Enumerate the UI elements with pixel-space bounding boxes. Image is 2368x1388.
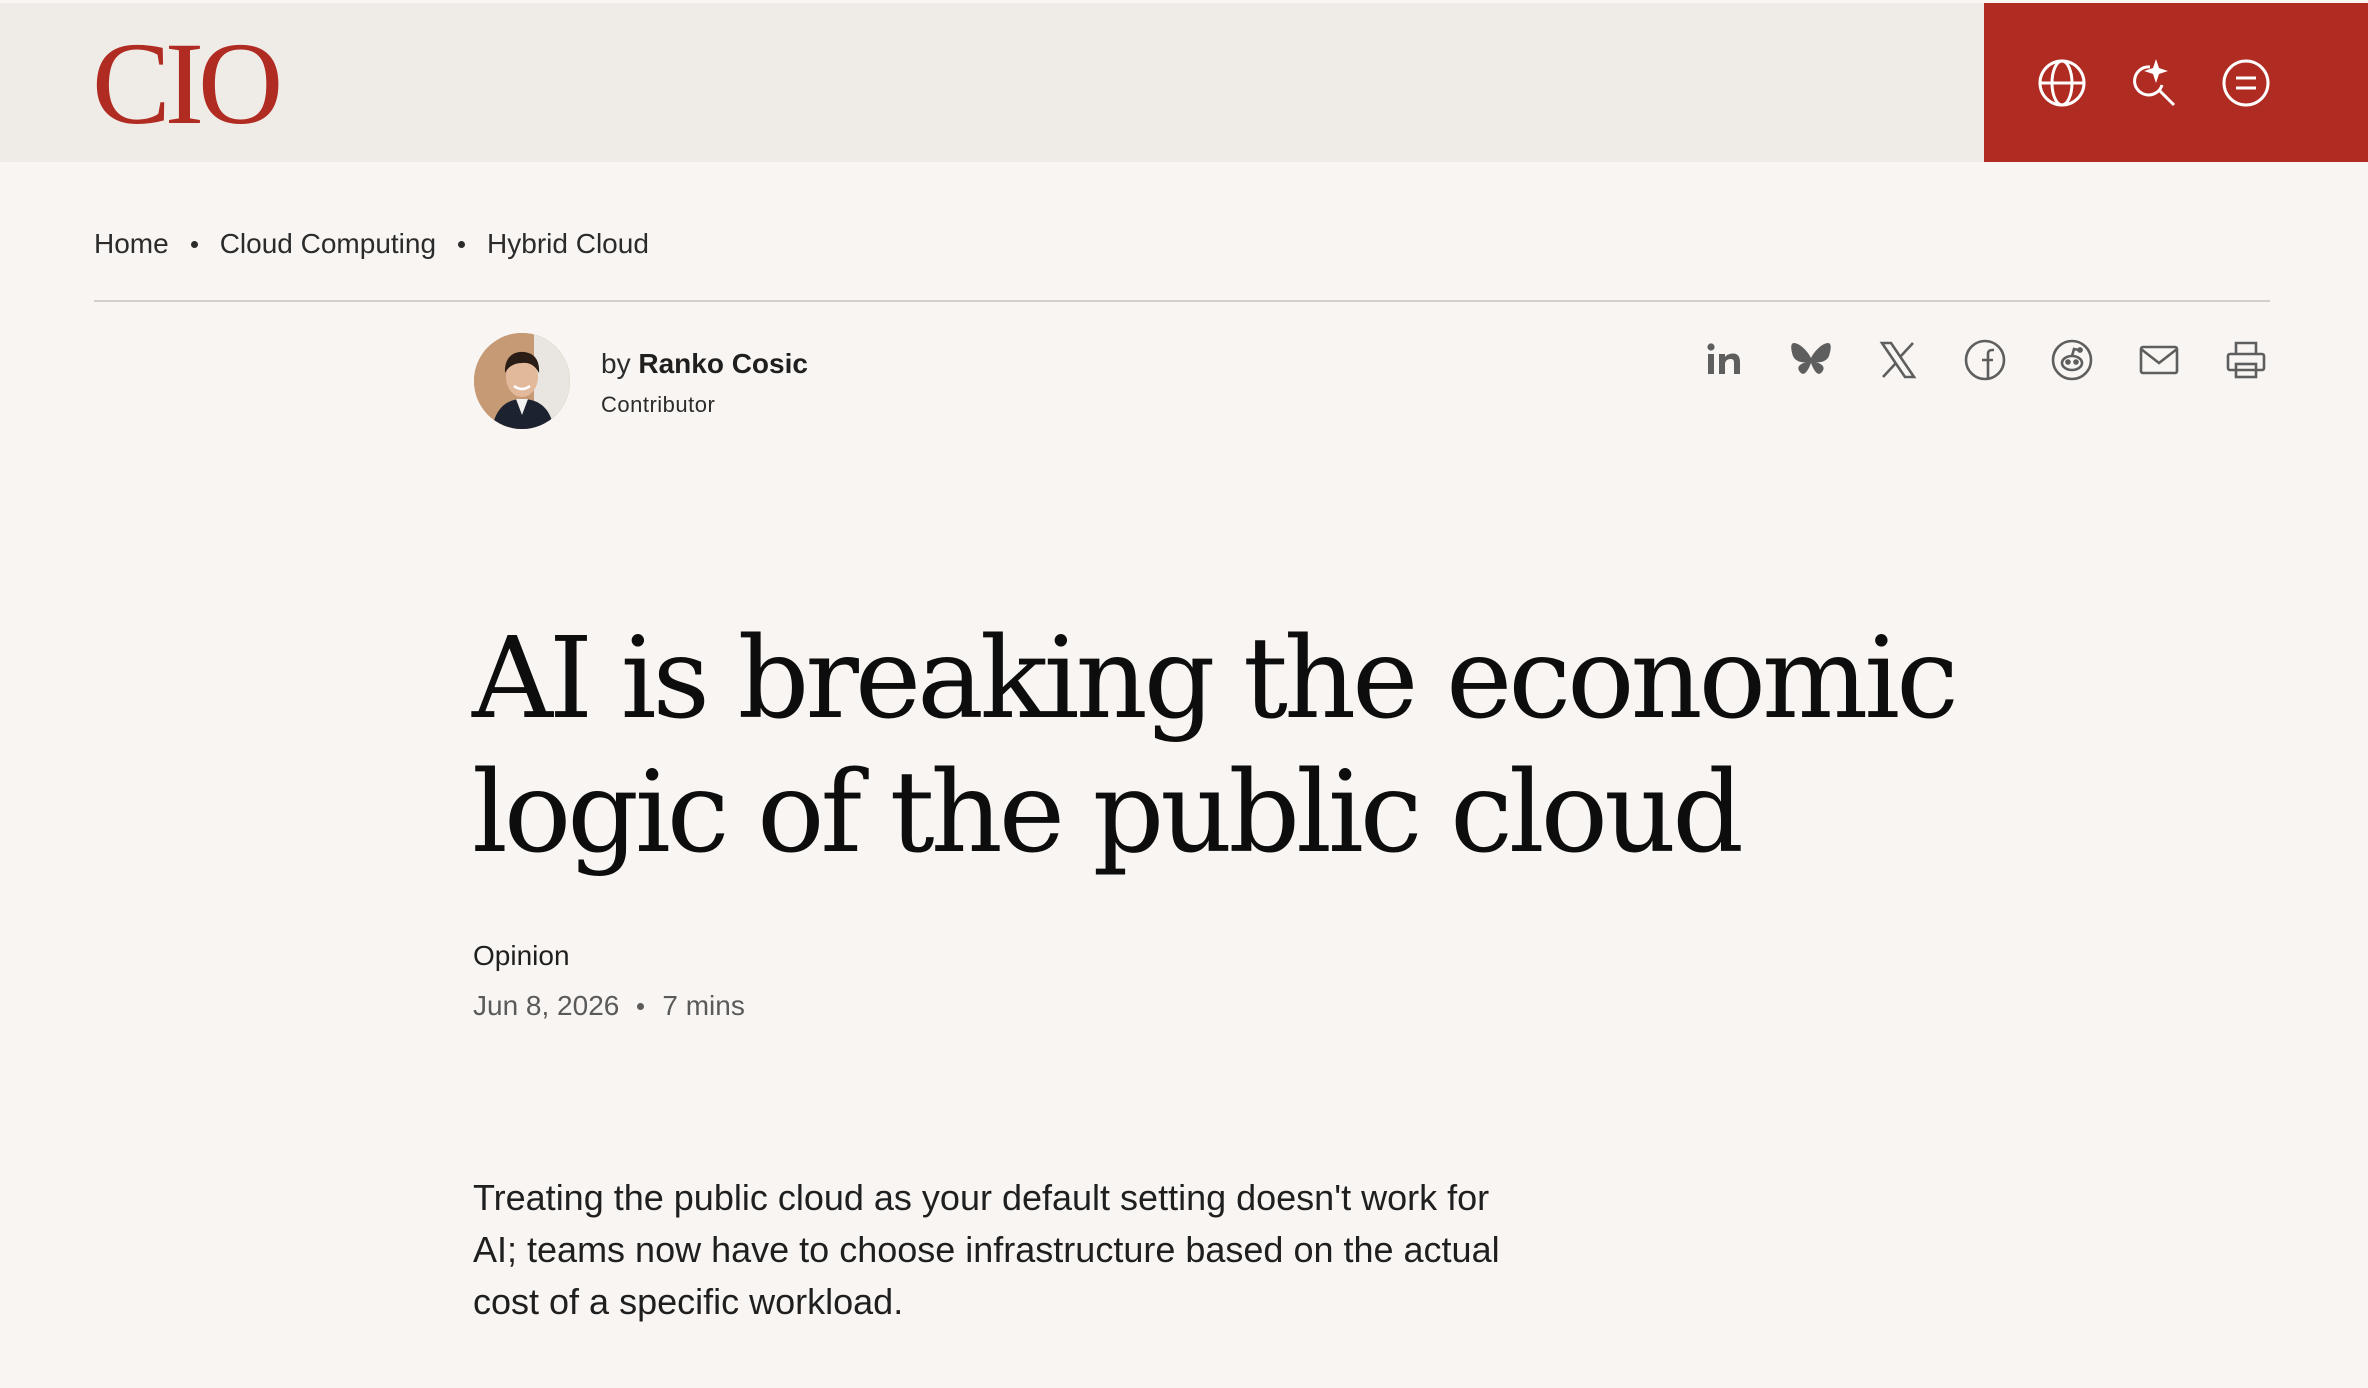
reddit-icon[interactable]: [2048, 336, 2096, 384]
linkedin-icon[interactable]: [1700, 336, 1748, 384]
print-icon[interactable]: [2222, 336, 2270, 384]
breadcrumb-hybrid-cloud[interactable]: Hybrid Cloud: [487, 228, 649, 260]
breadcrumb-home[interactable]: Home: [94, 228, 169, 260]
breadcrumb: Home Cloud Computing Hybrid Cloud: [94, 228, 649, 260]
meta-separator: [637, 1002, 645, 1010]
email-icon[interactable]: [2135, 336, 2183, 384]
article-meta: Jun 8, 2026 7 mins: [473, 990, 745, 1022]
breadcrumb-separator: [190, 240, 198, 248]
byline-prefix: by: [601, 348, 631, 379]
globe-icon[interactable]: [2034, 55, 2090, 111]
author-byline: by Ranko Cosic: [601, 348, 808, 380]
ai-search-icon[interactable]: [2126, 55, 2182, 111]
author-name[interactable]: Ranko Cosic: [638, 348, 808, 379]
article-dek: Treating the public cloud as your defaul…: [473, 1177, 1500, 1322]
facebook-icon[interactable]: [1961, 336, 2009, 384]
cio-logo[interactable]: CIO: [92, 25, 283, 143]
article-type: Opinion: [473, 940, 570, 971]
header-actions: [1984, 3, 2368, 162]
bluesky-icon[interactable]: [1787, 336, 1835, 384]
breadcrumb-separator: [458, 240, 466, 248]
author-role: Contributor: [601, 392, 716, 417]
menu-icon[interactable]: [2218, 55, 2274, 111]
article-title: AI is breaking the economic logic of the…: [472, 614, 1959, 878]
author-avatar[interactable]: [474, 333, 570, 429]
breadcrumb-cloud-computing[interactable]: Cloud Computing: [220, 228, 436, 260]
share-bar: [1700, 336, 2280, 386]
publish-date: Jun 8, 2026: [473, 990, 620, 1021]
breadcrumb-divider: [94, 300, 2270, 302]
read-time: 7 mins: [662, 990, 745, 1021]
site-header: CIO: [0, 3, 2368, 162]
x-icon[interactable]: [1874, 336, 1922, 384]
